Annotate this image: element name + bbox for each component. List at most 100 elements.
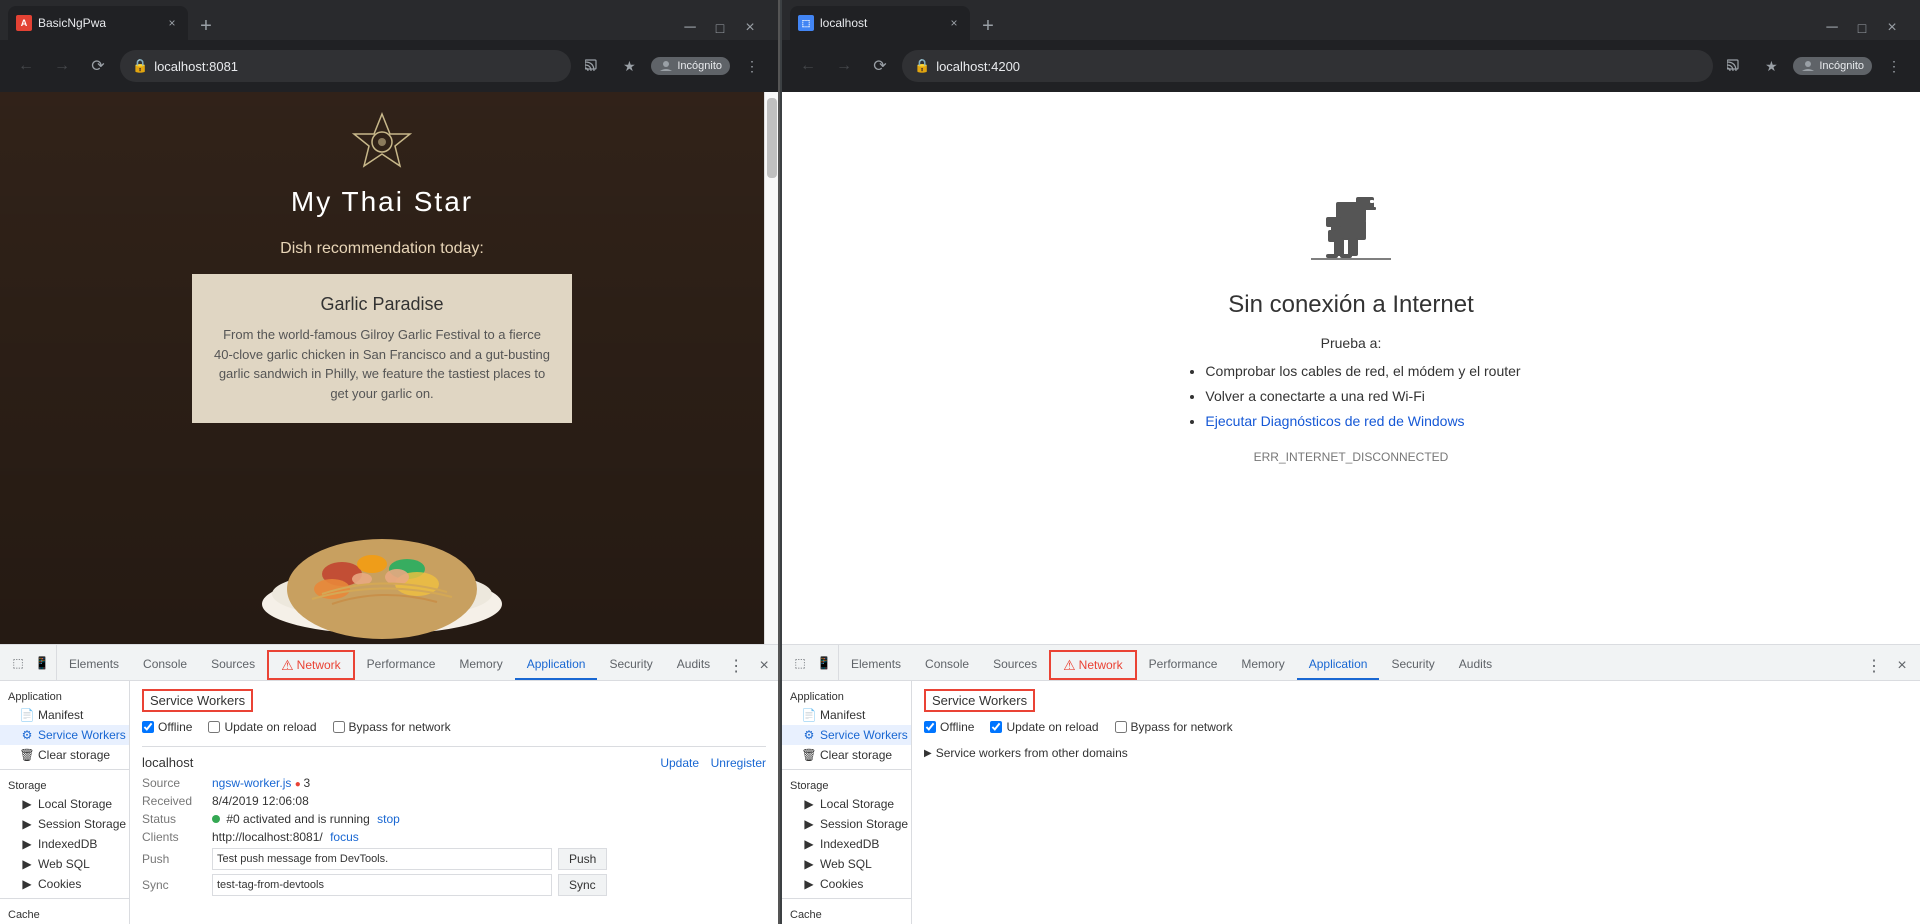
right-sw-update-checkbox[interactable] xyxy=(990,721,1002,733)
left-tab-close[interactable]: × xyxy=(164,15,180,31)
left-dt-tab-console[interactable]: Console xyxy=(131,650,199,680)
left-dt-session-storage[interactable]: ▶Session Storage xyxy=(0,814,129,834)
left-sw-status-label: Status xyxy=(142,812,212,826)
left-sw-update-link[interactable]: Update xyxy=(660,756,699,770)
right-dt-tab-memory[interactable]: Memory xyxy=(1229,650,1296,680)
right-dt-tab-performance[interactable]: Performance xyxy=(1137,650,1230,680)
left-sw-stop-link[interactable]: stop xyxy=(377,812,400,826)
left-sw-push-input[interactable] xyxy=(212,848,552,870)
right-dt-clear[interactable]: 🗑Clear storage xyxy=(782,745,911,765)
left-dt-inspect-btn[interactable]: ⬚ xyxy=(8,653,28,673)
left-dt-close-btn[interactable]: × xyxy=(750,652,778,680)
offline-link[interactable]: Ejecutar Diagnósticos de red de Windows xyxy=(1205,413,1464,429)
left-dt-tab-application[interactable]: Application xyxy=(515,650,598,680)
right-dt-websql[interactable]: ▶Web SQL xyxy=(782,854,911,874)
right-menu-btn[interactable]: ⋮ xyxy=(1880,52,1908,80)
left-bookmark-btn[interactable]: ★ xyxy=(615,52,643,80)
right-reload-btn[interactable]: ⟳ xyxy=(866,52,894,80)
left-dt-tab-audits[interactable]: Audits xyxy=(665,650,722,680)
minimize-btn[interactable]: ─ xyxy=(678,16,702,40)
right-dt-tab-application[interactable]: Application xyxy=(1297,650,1380,680)
right-dt-tab-sources[interactable]: Sources xyxy=(981,650,1049,680)
right-dt-sw[interactable]: ⚙Service Workers xyxy=(782,725,911,745)
right-new-tab-btn[interactable]: + xyxy=(974,12,1002,40)
right-dt-tab-elements[interactable]: Elements xyxy=(839,650,913,680)
left-dt-tab-memory[interactable]: Memory xyxy=(447,650,514,680)
left-sw-push-btn[interactable]: Push xyxy=(558,848,607,870)
right-bookmark-btn[interactable]: ★ xyxy=(1757,52,1785,80)
right-tab-close[interactable]: × xyxy=(946,15,962,31)
right-dt-local-storage[interactable]: ▶Local Storage xyxy=(782,794,911,814)
left-back-btn[interactable]: ← xyxy=(12,52,40,80)
right-back-btn[interactable]: ← xyxy=(794,52,822,80)
left-sw-update-checkbox[interactable] xyxy=(208,721,220,733)
sw-icon: ⚙ xyxy=(20,728,34,742)
left-sw-bypass-check[interactable]: Bypass for network xyxy=(333,720,451,734)
left-scrollbar[interactable] xyxy=(764,92,778,644)
left-reload-btn[interactable]: ⟳ xyxy=(84,52,112,80)
right-minimize-btn[interactable]: ─ xyxy=(1820,16,1844,40)
left-dt-websql[interactable]: ▶Web SQL xyxy=(0,854,129,874)
right-dt-tab-security[interactable]: Security xyxy=(1379,650,1446,680)
left-sw-focus-link[interactable]: focus xyxy=(330,830,359,844)
right-dt-close-btn[interactable]: × xyxy=(1888,652,1916,680)
left-sw-sync-label: Sync xyxy=(142,878,212,892)
left-forward-btn[interactable]: → xyxy=(48,52,76,80)
left-url-bar[interactable]: 🔒 localhost:8081 xyxy=(120,50,571,82)
right-idb-icon: ▶ xyxy=(802,837,816,851)
left-dt-tab-sources[interactable]: Sources xyxy=(199,650,267,680)
left-dt-indexeddb[interactable]: ▶IndexedDB xyxy=(0,834,129,854)
right-forward-btn[interactable]: → xyxy=(830,52,858,80)
left-sw-sync-input[interactable] xyxy=(212,874,552,896)
left-sw-source-link[interactable]: ngsw-worker.js xyxy=(212,776,291,790)
right-dt-manifest[interactable]: 📄Manifest xyxy=(782,705,911,725)
left-dt-tab-network[interactable]: ⚠ Network xyxy=(267,650,355,680)
left-dt-local-storage[interactable]: ▶Local Storage xyxy=(0,794,129,814)
left-dt-sw[interactable]: ⚙Service Workers xyxy=(0,725,129,745)
right-sw-offline-checkbox[interactable] xyxy=(924,721,936,733)
right-dt-cookies[interactable]: ▶Cookies xyxy=(782,874,911,894)
right-sw-update-check[interactable]: Update on reload xyxy=(990,720,1098,734)
right-dt-indexeddb[interactable]: ▶IndexedDB xyxy=(782,834,911,854)
left-sw-sync-btn[interactable]: Sync xyxy=(558,874,607,896)
left-sw-bypass-checkbox[interactable] xyxy=(333,721,345,733)
right-sw-bypass-checkbox[interactable] xyxy=(1115,721,1127,733)
right-url-bar[interactable]: 🔒 localhost:4200 xyxy=(902,50,1713,82)
thai-subtitle: Dish recommendation today: xyxy=(280,240,484,258)
left-cast-btn[interactable] xyxy=(579,52,607,80)
left-dt-tab-security[interactable]: Security xyxy=(597,650,664,680)
right-sw-other-domains[interactable]: ▶ Service workers from other domains xyxy=(924,746,1908,760)
right-cast-btn[interactable] xyxy=(1721,52,1749,80)
right-dt-session-storage[interactable]: ▶Session Storage xyxy=(782,814,911,834)
left-dt-tab-elements[interactable]: Elements xyxy=(57,650,131,680)
left-menu-btn[interactable]: ⋮ xyxy=(738,52,766,80)
right-dt-tab-audits[interactable]: Audits xyxy=(1447,650,1504,680)
right-dt-tab-network[interactable]: ⚠ Network xyxy=(1049,650,1137,680)
left-sw-offline-checkbox[interactable] xyxy=(142,721,154,733)
right-dt-device-btn[interactable]: 📱 xyxy=(814,653,834,673)
left-new-tab-btn[interactable]: + xyxy=(192,12,220,40)
left-dt-more-btn[interactable]: ⋮ xyxy=(722,652,750,680)
right-close-btn[interactable]: × xyxy=(1880,16,1904,40)
left-active-tab[interactable]: A BasicNgPwa × xyxy=(8,6,188,40)
right-dt-tab-console[interactable]: Console xyxy=(913,650,981,680)
left-dt-tab-performance[interactable]: Performance xyxy=(355,650,448,680)
left-dt-manifest[interactable]: 📄Manifest xyxy=(0,705,129,725)
right-maximize-btn[interactable]: □ xyxy=(1850,16,1874,40)
right-dt-inspect-btn[interactable]: ⬚ xyxy=(790,653,810,673)
left-dt-clear[interactable]: 🗑Clear storage xyxy=(0,745,129,765)
left-sw-unregister-link[interactable]: Unregister xyxy=(711,756,766,770)
right-sw-offline-check[interactable]: Offline xyxy=(924,720,974,734)
close-btn[interactable]: × xyxy=(738,16,762,40)
maximize-btn[interactable]: □ xyxy=(708,16,732,40)
left-sw-update-check[interactable]: Update on reload xyxy=(208,720,316,734)
left-sw-offline-check[interactable]: Offline xyxy=(142,720,192,734)
offline-page: Sin conexión a Internet Prueba a: Compro… xyxy=(782,92,1920,644)
right-active-tab[interactable]: ⬚ localhost × xyxy=(790,6,970,40)
left-dt-device-btn[interactable]: 📱 xyxy=(32,653,52,673)
left-scrollbar-thumb[interactable] xyxy=(767,98,777,178)
left-sw-source-label: Source xyxy=(142,776,212,790)
left-dt-cookies[interactable]: ▶Cookies xyxy=(0,874,129,894)
right-sw-bypass-check[interactable]: Bypass for network xyxy=(1115,720,1233,734)
right-dt-more-btn[interactable]: ⋮ xyxy=(1860,652,1888,680)
